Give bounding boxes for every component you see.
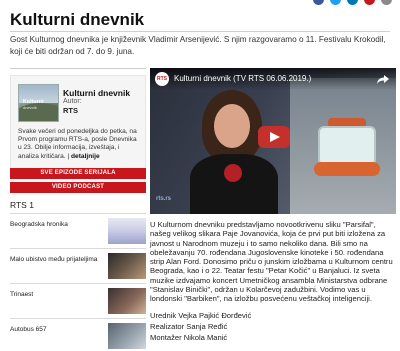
article-body: U Kulturnom dnevniku predstavljamo novoo… — [150, 220, 393, 304]
show-more-link[interactable]: detaljnije — [71, 153, 100, 160]
list-item[interactable]: Trinaest — [10, 286, 146, 316]
pinterest-icon[interactable] — [364, 0, 375, 5]
list-item-label[interactable]: Trinaest — [10, 291, 100, 299]
list-item-label[interactable]: Beogradska hronika — [10, 221, 100, 229]
linkedin-icon[interactable] — [347, 0, 358, 5]
list-divider — [10, 283, 146, 284]
lead-paragraph: Gost Kulturnog dnevnika je književnik Vl… — [10, 35, 386, 56]
video-watermark: rts.rs — [156, 196, 172, 202]
show-info-card: Kulturni dnevnik Kulturni dnevnik Autor:… — [10, 75, 146, 171]
list-divider — [10, 318, 146, 319]
list-divider — [10, 248, 146, 249]
show-info-box: Kulturni dnevnik Kulturni dnevnik Autor:… — [10, 68, 146, 176]
list-item-thumbnail[interactable] — [108, 218, 146, 244]
twitter-icon[interactable] — [330, 0, 341, 5]
show-author: RTS — [63, 106, 78, 115]
video-podcast-button[interactable]: VIDEO PODCAST — [10, 182, 146, 193]
facebook-icon[interactable] — [313, 0, 324, 5]
youtube-play-icon[interactable] — [258, 126, 290, 148]
list-item[interactable]: Autobus 657 — [10, 321, 146, 351]
list-item-thumbnail[interactable] — [108, 288, 146, 314]
all-episodes-button[interactable]: SVE EPIZODE SERIJALA — [10, 168, 146, 179]
list-item-thumbnail[interactable] — [108, 323, 146, 349]
list-item-thumbnail[interactable] — [108, 253, 146, 279]
list-divider — [10, 213, 146, 214]
title-divider — [10, 31, 390, 32]
show-name[interactable]: Kulturni dnevnik — [63, 88, 130, 98]
show-author-label: Autor: — [63, 98, 82, 105]
credit-montage: Montažer Nikola Manić — [150, 333, 228, 342]
show-thumbnail[interactable]: Kulturni dnevnik — [18, 84, 59, 122]
list-item[interactable]: Beogradska hronika — [10, 216, 146, 246]
video-player[interactable]: RTS Kulturni dnevnik (TV RTS 06.06.2019.… — [150, 68, 396, 214]
channel-heading: RTS 1 — [10, 200, 34, 210]
credit-editor: Urednik Vejka Pajkić Đorđević — [150, 311, 252, 320]
video-title[interactable]: Kulturni dnevnik (TV RTS 06.06.2019.) — [174, 74, 311, 83]
social-share-bar — [313, 0, 392, 5]
channel-logo[interactable]: RTS — [155, 72, 169, 86]
show-description: Svake večeri od ponedeljka do petka, na … — [18, 128, 142, 161]
share-icon[interactable] — [376, 72, 390, 86]
credit-director: Realizator Sanja Ređić — [150, 322, 228, 331]
list-item[interactable]: Malo ubistvo među prijateljima — [10, 251, 146, 281]
email-icon[interactable] — [381, 0, 392, 5]
page-title: Kulturni dnevnik — [10, 10, 145, 29]
show-thumbnail-subtitle: dnevnik — [23, 105, 37, 110]
list-item-label[interactable]: Malo ubistvo među prijateljima — [10, 256, 100, 264]
list-item-label[interactable]: Autobus 657 — [10, 326, 100, 334]
